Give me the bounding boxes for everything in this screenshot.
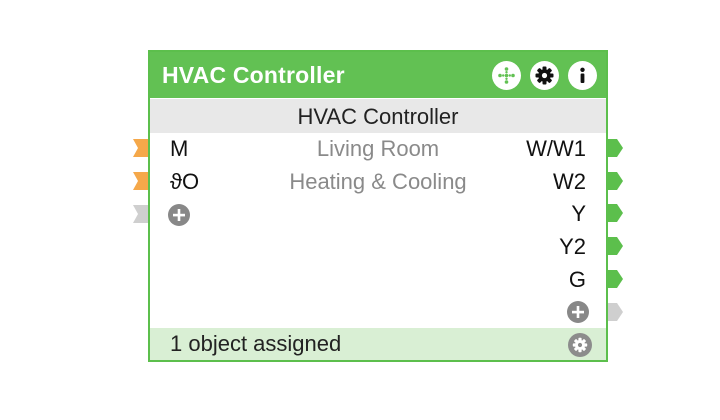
add-input-button[interactable] <box>168 204 190 226</box>
block-subtitle: HVAC Controller <box>297 104 459 129</box>
mode-label: Heating & Cooling <box>289 169 467 194</box>
footer-settings-button[interactable] <box>568 333 592 357</box>
output-label-y2: Y2 <box>559 234 586 259</box>
block-footer: 1 object assigned <box>150 328 606 360</box>
subtitle-bar: HVAC Controller <box>150 99 606 133</box>
output-label-w-w1: W/W1 <box>526 136 586 161</box>
output-label-y: Y <box>571 201 586 226</box>
output-label-g: G <box>568 267 586 292</box>
info-button[interactable] <box>568 61 597 90</box>
add-output-button[interactable] <box>567 301 589 323</box>
block-title: HVAC Controller <box>162 62 345 88</box>
settings-button[interactable] <box>530 61 559 90</box>
block-header[interactable]: HVAC Controller <box>150 52 606 98</box>
output-label-w2: W2 <box>553 169 586 194</box>
move-button[interactable] <box>492 61 521 90</box>
hvac-controller-block[interactable]: HVAC Controller HVAC Controller M ϑO Liv… <box>148 50 608 362</box>
assigned-objects-text: 1 object assigned <box>170 331 342 356</box>
canvas: HVAC Controller HVAC Controller M ϑO Liv… <box>0 0 720 420</box>
